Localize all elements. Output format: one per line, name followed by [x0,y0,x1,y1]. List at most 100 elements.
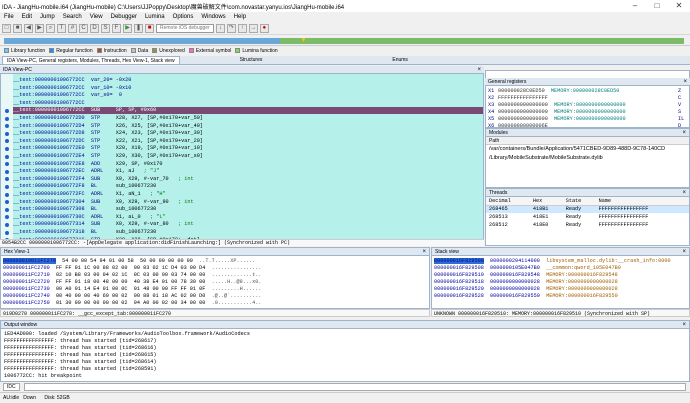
stack-row[interactable]: 000000016F829518 0000000000000028 MEMORY… [434,279,618,286]
hex-row[interactable]: 000000011FC2700 FF FF 01 1C 00 88 02 00 … [3,265,261,272]
step-into-icon[interactable]: ↓ [215,23,225,33]
close-icon[interactable]: × [682,248,686,255]
modules-panel[interactable]: Modules × Path /var/containers/Bundle/App… [485,128,690,188]
thread-row[interactable]: 268465 418B1 Ready FFFFFFFFFFFFFFFF [486,205,689,213]
tab-debug-views[interactable]: IDA View-PC, General registers, Modules,… [2,56,180,64]
breakpoint-dot-icon[interactable] [5,192,9,197]
stack-row[interactable]: 000000016F829520 0000000000000028 MEMORY… [434,286,618,293]
step-out-icon[interactable]: ↑ [237,23,247,33]
pause-icon[interactable]: ❚ [134,23,143,33]
col-name[interactable]: Name [595,197,689,206]
thread-row[interactable]: 268513 418E1 Ready FFFFFFFFFFFFFFFF [486,213,689,221]
hex-row[interactable]: 000000010011FC270 54 00 00 54 94 01 00 5… [3,258,255,265]
disassembly-view[interactable]: __text:00000001006772CC var_20= -0x20 __… [0,66,484,246]
disasm-line[interactable]: __text:00000001006772CC var_s0= 0 [13,92,483,99]
disasm-line[interactable]: __text:00000001006772EC ADRL X1, aJ ; "J… [13,168,483,175]
disasm-line[interactable]: __text:00000001006772D0 STP X28, X27, [S… [13,115,483,122]
breakpoint-dot-icon[interactable] [5,154,9,159]
close-icon[interactable]: × [682,321,686,328]
play-icon[interactable]: ▶ [123,23,132,33]
close-icon[interactable]: × [683,78,687,85]
text-icon[interactable]: T [57,23,66,33]
disasm-line[interactable]: __text:00000001006772F4 SUB X0, X29, #-v… [13,176,483,183]
col-decimal[interactable]: Decimal [486,197,530,206]
disasm-line[interactable]: __text:00000001006772F8 BL sub_100677230 [13,183,483,190]
maximize-icon[interactable]: □ [646,0,668,12]
menu-view[interactable]: View [86,14,107,20]
close-icon[interactable]: × [422,248,426,255]
stack-view-panel[interactable]: Stack view × 000000016F829500 00000002041… [431,247,690,309]
module-row[interactable]: /var/containers/Bundle/Application/5471C… [486,145,689,154]
disasm-line[interactable]: __text:00000001006772CC var_10= -0x10 [13,85,483,92]
hex-row[interactable]: 000000011FC2740 00 40 00 00 40 60 00 02 … [3,293,261,300]
idc-language-button[interactable]: IDC [3,383,20,391]
disasm-line[interactable]: __text:00000001006772CC [13,100,483,107]
disasm-line[interactable]: __text:00000001006772E8 ADD X29, SP, #0x… [13,161,483,168]
disasm-line[interactable]: __text:00000001006772E0 STP X20, X19, [S… [13,145,483,152]
hex-view-panel[interactable]: Hex View-1 × 000000010011FC270 54 00 00 5… [0,247,430,309]
tab-enums[interactable]: Enums [392,57,408,63]
disasm-line[interactable]: __text:0000000100677314 SUB X0, X29, #-v… [13,221,483,228]
menu-edit[interactable]: Edit [18,14,36,20]
close-icon[interactable]: × [477,66,481,73]
navigation-band[interactable]: ▼ [0,36,690,46]
disasm-line[interactable]: __text:00000001006772CC var_20= -0x20 [13,77,483,84]
module-row[interactable]: /Library/MobileSubstrate/MobileSubstrate… [486,154,689,163]
hex-row[interactable]: 000000011FC2730 00 A0 01 14 E4 01 00 0C … [3,286,261,293]
save-icon[interactable]: ■ [13,23,22,33]
register-row[interactable]: X3 0000000000000000 MEMORY:00000000000000… [486,102,626,109]
search-icon[interactable]: ⌕ [46,23,55,33]
code-icon[interactable]: C [79,23,88,33]
col-state[interactable]: State [562,197,596,206]
col-hex[interactable]: Hex [529,197,563,206]
hex-row[interactable]: 000000011FC2720 FF FF 01 18 00 48 00 00 … [3,279,261,286]
disasm-line[interactable]: __text:00000001006772DC STP X22, X21, [S… [13,138,483,145]
disasm-line[interactable]: __text:00000001006772D8 STP X24, X23, [S… [13,130,483,137]
flag-label[interactable]: IL [678,116,684,123]
menu-help[interactable]: Help [230,14,250,20]
breakpoint-dot-icon[interactable] [5,222,9,227]
hex-row[interactable]: 000000011FC2710 02 10 B8 03 00 04 02 1C … [3,272,261,279]
disasm-line[interactable]: __text:0000000100677308 BL sub_100677230 [13,206,483,213]
minimize-icon[interactable]: – [624,0,646,12]
register-row[interactable]: X5 0000000000000000 MEMORY:00000000000000… [486,116,626,123]
open-icon[interactable]: □ [2,23,11,33]
hex-row[interactable]: 000000011FC2750 01 30 00 00 00 00 00 02 … [3,300,261,307]
close-icon[interactable]: ✕ [668,0,690,12]
breakpoint-dot-icon[interactable] [5,108,9,113]
data-icon[interactable]: D [90,23,99,33]
disasm-line[interactable]: __text:0000000100677318 BL sub_100677230 [13,229,483,236]
back-icon[interactable]: ◀ [24,23,33,33]
disasm-line[interactable]: __text:000000010067730C ADRL X1, aL_0 ; … [13,214,483,221]
close-icon[interactable]: × [682,189,686,196]
flag-label[interactable]: Z [678,88,681,95]
stack-row[interactable]: 000000016F829500 0000000204114000 libsys… [434,258,671,265]
breakpoint-dot-icon[interactable] [5,116,9,121]
func-icon[interactable]: F [112,23,121,33]
thread-row[interactable]: 268512 418E0 Ready FFFFFFFFFFFFFFFF [486,221,689,229]
forward-icon[interactable]: ▶ [35,23,44,33]
stack-row[interactable]: 000000016F829510 000000016F829548 MEMORY… [434,272,618,279]
disasm-line[interactable]: __text:00000001006772D4 STP X26, X25, [S… [13,123,483,130]
breakpoint-icon[interactable]: ● [259,23,269,33]
close-icon[interactable]: × [682,129,686,136]
breakpoint-dot-icon[interactable] [5,184,9,189]
disasm-line[interactable]: __text:00000001006772FC ADRL X1, aN_1 ; … [13,191,483,198]
breakpoint-dot-icon[interactable] [5,207,9,212]
threads-panel[interactable]: Threads × Decimal Hex State Name 268465 41… [485,188,690,246]
step-over-icon[interactable]: ↷ [226,23,236,33]
breakpoint-dot-icon[interactable] [5,131,9,136]
breakpoint-dot-icon[interactable] [5,169,9,174]
tab-structures[interactable]: Structures [240,57,263,63]
disasm-line[interactable]: __text:00000001006772E4 STP X29, X30, [S… [13,153,483,160]
disasm-line[interactable]: __text:0000000100677304 SUB X0, X29, #-v… [13,199,483,206]
menu-windows[interactable]: Windows [197,14,229,20]
output-window[interactable]: Output window × 1ED4AD000: loaded /System… [0,320,690,382]
struct-icon[interactable]: S [101,23,110,33]
menu-jump[interactable]: Jump [36,14,59,20]
menu-search[interactable]: Search [59,14,86,20]
stack-row[interactable]: 000000016F829528 000000016F829550 MEMORY… [434,293,618,300]
menu-debugger[interactable]: Debugger [107,14,141,20]
run-to-cursor-icon[interactable]: → [248,23,258,33]
register-row[interactable]: X1 000000028C0ED50 MEMORY:000000028C0ED50 [486,88,619,95]
